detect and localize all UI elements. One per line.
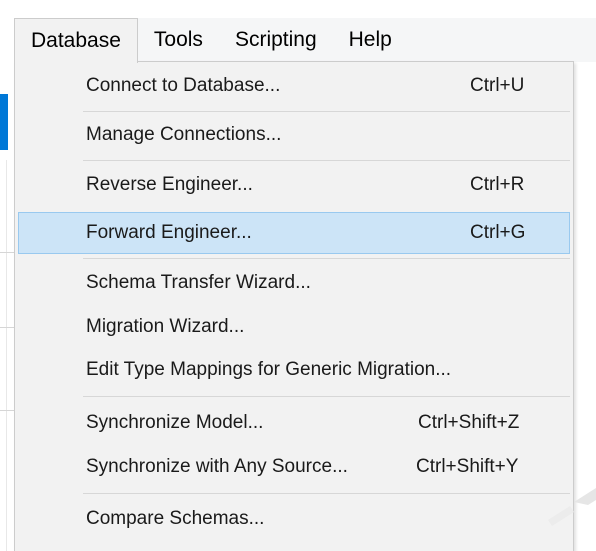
- menu-item-schema-transfer-wizard[interactable]: Schema Transfer Wizard...: [18, 263, 570, 303]
- menu-item-label: Compare Schemas...: [86, 508, 265, 529]
- background-accent-bar: [0, 94, 8, 150]
- menu-item-connect-to-database[interactable]: Connect to Database... Ctrl+U: [18, 66, 570, 106]
- menu-separator: [83, 493, 570, 494]
- menu-item-reverse-engineer[interactable]: Reverse Engineer... Ctrl+R: [18, 165, 570, 205]
- database-dropdown-menu: Connect to Database... Ctrl+U Manage Con…: [14, 61, 574, 551]
- menu-separator: [83, 258, 570, 259]
- menu-item-label: Forward Engineer...: [86, 222, 252, 243]
- menu-item-label: Reverse Engineer...: [86, 174, 253, 195]
- screen: Database Tools Scripting Help Connect to…: [0, 0, 596, 551]
- menu-item-label: Schema Transfer Wizard...: [86, 272, 311, 293]
- menu-bar: Database Tools Scripting Help: [14, 18, 596, 63]
- menu-item-synchronize-model[interactable]: Synchronize Model... Ctrl+Shift+Z: [18, 403, 570, 443]
- menu-separator: [83, 111, 570, 112]
- menu-help[interactable]: Help: [333, 18, 408, 62]
- menu-item-shortcut: Ctrl+R: [470, 174, 525, 195]
- menu-item-label: Manage Connections...: [86, 124, 282, 145]
- menu-item-shortcut: Ctrl+G: [470, 222, 526, 243]
- menu-database[interactable]: Database: [14, 18, 138, 63]
- menu-tools[interactable]: Tools: [138, 18, 219, 62]
- menu-item-edit-type-mappings[interactable]: Edit Type Mappings for Generic Migration…: [18, 350, 570, 390]
- menu-item-label: Synchronize Model...: [86, 412, 264, 433]
- menu-scripting[interactable]: Scripting: [219, 18, 333, 62]
- menu-item-label: Edit Type Mappings for Generic Migration…: [86, 359, 452, 380]
- menu-item-migration-wizard[interactable]: Migration Wizard...: [18, 307, 570, 347]
- menu-item-shortcut: Ctrl+Shift+Y: [416, 456, 519, 477]
- menu-item-forward-engineer[interactable]: Forward Engineer... Ctrl+G: [18, 212, 570, 254]
- menu-item-manage-connections[interactable]: Manage Connections...: [18, 115, 570, 155]
- menu-item-shortcut: Ctrl+U: [470, 75, 525, 96]
- menu-item-synchronize-with-any-source[interactable]: Synchronize with Any Source... Ctrl+Shif…: [18, 447, 570, 487]
- menu-item-label: Connect to Database...: [86, 75, 281, 96]
- menu-separator: [83, 160, 570, 161]
- menu-item-compare-schemas[interactable]: Compare Schemas...: [18, 499, 570, 539]
- menu-item-shortcut: Ctrl+Shift+Z: [418, 412, 520, 433]
- menu-item-label: Migration Wizard...: [86, 316, 245, 337]
- menu-item-label: Synchronize with Any Source...: [86, 456, 348, 477]
- menu-separator: [83, 396, 570, 397]
- background-panel-edge: [6, 160, 7, 551]
